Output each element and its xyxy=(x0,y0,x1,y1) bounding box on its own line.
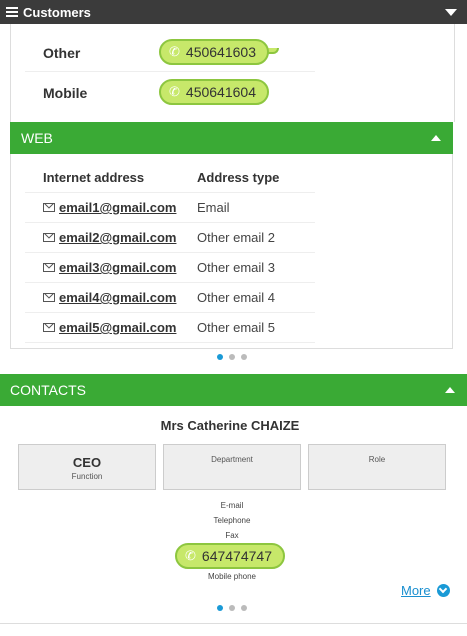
phone-number-button[interactable]: ✆ 450641604 xyxy=(159,79,269,105)
web-section-header[interactable]: WEB xyxy=(10,122,453,154)
envelope-icon xyxy=(43,293,55,302)
department-label: Department xyxy=(211,455,253,464)
table-header: Internet address Address type xyxy=(25,162,315,193)
collapse-icon[interactable] xyxy=(445,387,455,393)
pager-dot[interactable] xyxy=(241,354,247,360)
phone-section: Other ✆ 450641603 Mobile ✆ 450641604 xyxy=(10,24,455,122)
contact-name: Mrs Catherine CHAIZE xyxy=(160,418,300,433)
function-value: CEO xyxy=(72,455,102,470)
envelope-icon xyxy=(43,263,55,272)
web-pager xyxy=(217,354,247,360)
contact-card: Mrs Catherine CHAIZE CEO Function Depart… xyxy=(0,406,467,624)
page-title: Customers xyxy=(23,4,91,20)
phone-icon: ✆ xyxy=(169,44,180,59)
address-type: Other email 4 xyxy=(197,290,276,305)
contacts-section-header[interactable]: CONTACTS xyxy=(0,374,467,406)
fax-label: Fax xyxy=(225,531,239,540)
email-link[interactable]: email2@gmail.com xyxy=(59,230,176,245)
function-tile[interactable]: CEO Function xyxy=(18,444,156,490)
envelope-icon xyxy=(43,203,55,212)
phone-number-button[interactable]: ✆ 450641603 xyxy=(159,39,269,65)
department-tile[interactable]: Department xyxy=(163,444,301,490)
table-row: email2@gmail.com Other email 2 xyxy=(25,223,315,253)
mobile-number-button[interactable]: ✆ 647474747 xyxy=(175,543,285,569)
pager-dot[interactable] xyxy=(217,605,223,611)
phone-number: 450641603 xyxy=(185,44,256,60)
web-section-title: WEB xyxy=(21,130,53,146)
address-type: Other email 3 xyxy=(197,260,276,275)
contacts-section-title: CONTACTS xyxy=(10,382,86,398)
table-row: email1@gmail.com Email xyxy=(25,193,315,223)
email-link[interactable]: email5@gmail.com xyxy=(59,320,176,335)
mobile-phone-label: Mobile phone xyxy=(207,572,257,581)
phone-row-other: Other ✆ 450641603 xyxy=(25,34,315,72)
phone-label: Mobile xyxy=(43,85,88,101)
pager-dot[interactable] xyxy=(241,605,247,611)
phone-icon: ✆ xyxy=(169,84,180,99)
email-link[interactable]: email3@gmail.com xyxy=(59,260,176,275)
mobile-number: 647474747 xyxy=(201,548,272,564)
role-tile[interactable]: Role xyxy=(308,444,446,490)
phone-number: 450641604 xyxy=(185,84,256,100)
table-row: email3@gmail.com Other email 3 xyxy=(25,253,315,283)
web-section: Internet address Address type email1@gma… xyxy=(10,154,453,349)
chevron-down-icon[interactable] xyxy=(436,584,450,597)
phone-label: Other xyxy=(43,45,81,61)
dropdown-arrow-icon[interactable] xyxy=(445,8,457,16)
address-type: Other email 5 xyxy=(197,320,276,335)
email-link[interactable]: email1@gmail.com xyxy=(59,200,176,215)
phone-row-mobile: Mobile ✆ 450641604 xyxy=(25,74,315,112)
address-type: Email xyxy=(197,200,230,215)
more-link[interactable]: More xyxy=(401,583,450,598)
pager-dot[interactable] xyxy=(229,605,235,611)
more-label[interactable]: More xyxy=(401,583,431,598)
menu-icon[interactable] xyxy=(6,7,18,17)
column-header: Address type xyxy=(197,170,280,185)
pager-dot[interactable] xyxy=(217,354,223,360)
web-table: Internet address Address type email1@gma… xyxy=(25,162,315,343)
top-bar[interactable]: Customers xyxy=(0,0,467,24)
telephone-label: Telephone xyxy=(213,516,251,525)
envelope-icon xyxy=(43,323,55,332)
role-label: Role xyxy=(368,455,386,464)
function-label: Function xyxy=(71,472,103,481)
table-row: email5@gmail.com Other email 5 xyxy=(25,313,315,343)
email-link[interactable]: email4@gmail.com xyxy=(59,290,176,305)
envelope-icon xyxy=(43,233,55,242)
phone-icon: ✆ xyxy=(185,548,196,563)
table-row: email4@gmail.com Other email 4 xyxy=(25,283,315,313)
email-label: E-mail xyxy=(220,501,244,510)
collapse-icon[interactable] xyxy=(431,135,441,141)
contacts-pager xyxy=(217,605,247,611)
address-type: Other email 2 xyxy=(197,230,276,245)
column-header: Internet address xyxy=(43,170,145,185)
pager-dot[interactable] xyxy=(229,354,235,360)
